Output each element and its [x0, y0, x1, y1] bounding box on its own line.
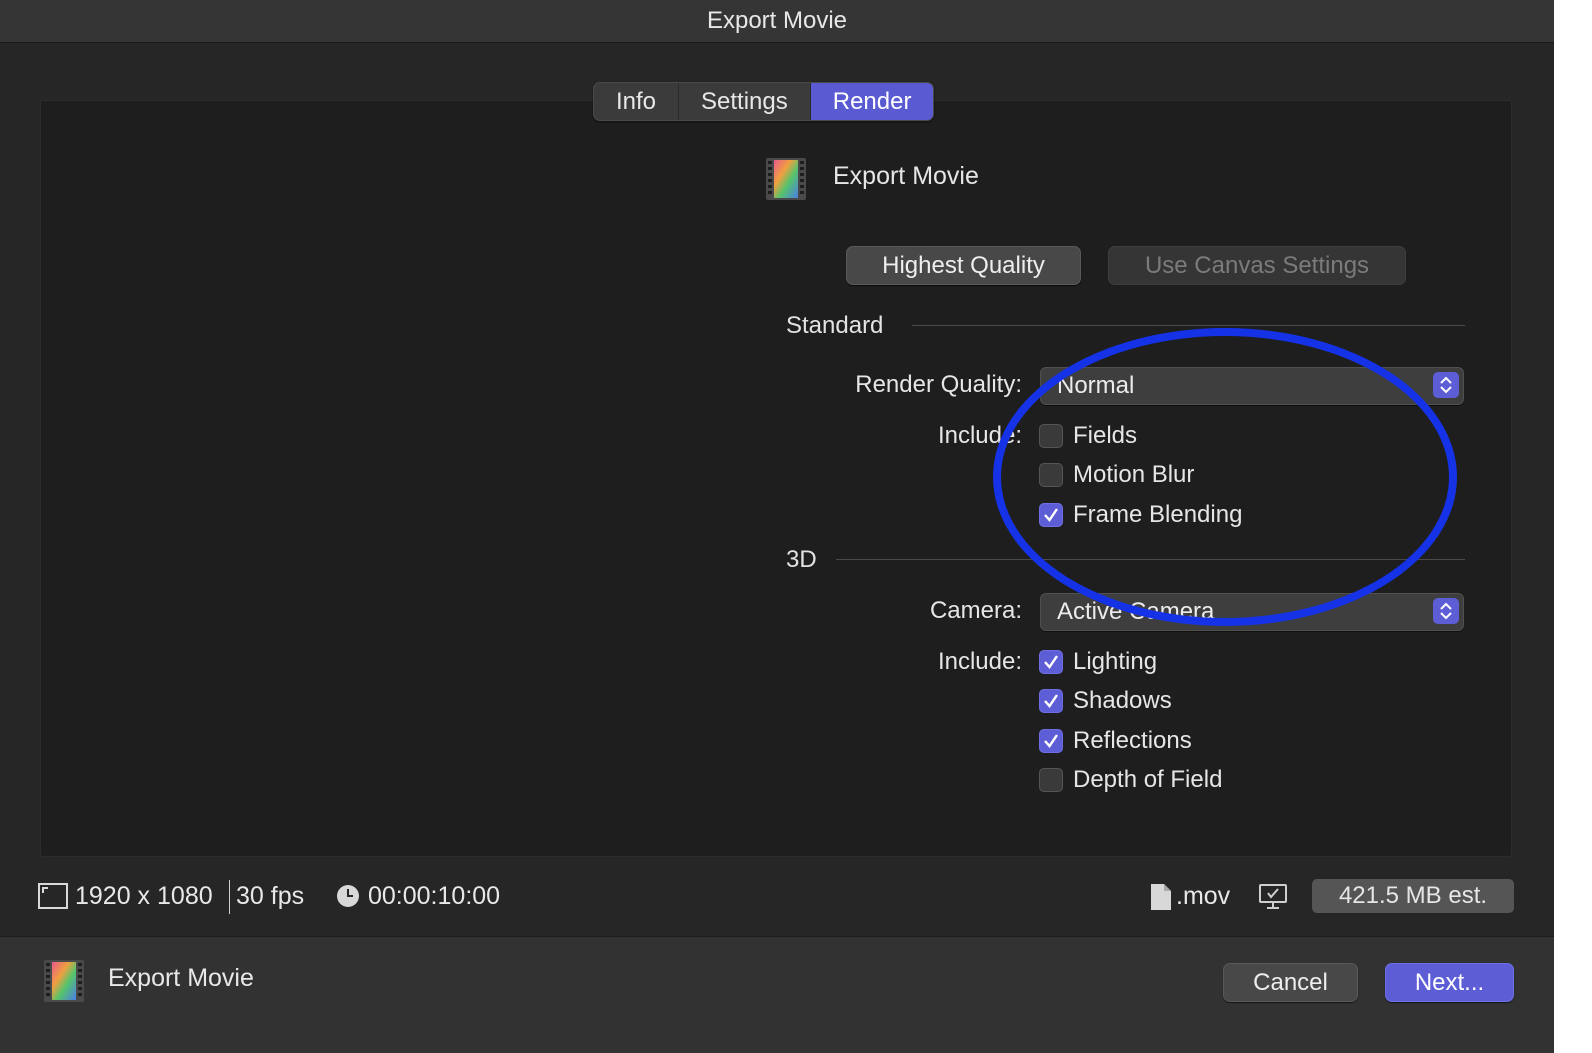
- bottom-title: Export Movie: [108, 964, 254, 992]
- camera-label: Camera:: [929, 597, 1022, 624]
- checkmark-icon: [1039, 689, 1063, 713]
- checkmark-icon: [1039, 729, 1063, 753]
- depth-of-field-checkbox[interactable]: Depth of Field: [1039, 765, 1222, 795]
- 3d-include-label: Include:: [937, 648, 1022, 675]
- export-movie-window: Export Movie Info Settings Render Export…: [0, 0, 1554, 1053]
- shadows-label: Shadows: [1073, 687, 1172, 714]
- highest-quality-button[interactable]: Highest Quality: [846, 246, 1081, 285]
- checkmark-icon: [1039, 503, 1063, 527]
- frame-blending-label: Frame Blending: [1073, 501, 1243, 528]
- resolution-text: 1920 x 1080: [75, 882, 213, 910]
- window-title: Export Movie: [706, 7, 848, 34]
- tab-render[interactable]: Render: [810, 83, 934, 120]
- display-check-icon[interactable]: [1258, 883, 1288, 916]
- motion-blur-label: Motion Blur: [1073, 461, 1195, 488]
- tab-settings[interactable]: Settings: [679, 83, 811, 120]
- chevron-up-down-icon: [1433, 372, 1459, 398]
- next-button[interactable]: Next...: [1385, 963, 1514, 1002]
- frame-size-icon: [38, 883, 68, 914]
- standard-section-title: Standard: [786, 312, 884, 339]
- tab-info[interactable]: Info: [594, 83, 680, 120]
- reflections-checkbox[interactable]: Reflections: [1039, 726, 1192, 756]
- depth-of-field-label: Depth of Field: [1073, 766, 1223, 793]
- duration-text: 00:00:10:00: [368, 882, 501, 910]
- fields-label: Fields: [1073, 422, 1138, 449]
- film-strip-icon: [766, 158, 806, 200]
- checkbox-box: [1039, 424, 1063, 448]
- render-quality-value: Normal: [1057, 372, 1135, 399]
- info-divider: [229, 880, 230, 914]
- standard-include-label: Include:: [937, 422, 1022, 449]
- title-bar[interactable]: Export Movie: [0, 0, 1554, 43]
- size-estimate-badge: 421.5 MB est.: [1312, 879, 1514, 913]
- tab-bar: Info Settings Render: [593, 82, 935, 121]
- format-text: .mov: [1176, 882, 1231, 910]
- lighting-checkbox[interactable]: Lighting: [1039, 647, 1157, 677]
- cancel-button[interactable]: Cancel: [1223, 963, 1358, 1002]
- render-panel: [40, 100, 1512, 857]
- camera-select[interactable]: Active Camera: [1040, 593, 1464, 631]
- render-quality-select[interactable]: Normal: [1040, 367, 1464, 405]
- motion-blur-checkbox[interactable]: Motion Blur: [1039, 460, 1194, 490]
- use-canvas-settings-button[interactable]: Use Canvas Settings: [1108, 246, 1406, 285]
- fields-checkbox[interactable]: Fields: [1039, 421, 1137, 451]
- checkmark-icon: [1039, 650, 1063, 674]
- film-strip-icon: [44, 960, 84, 1002]
- checkbox-box: [1039, 463, 1063, 487]
- standard-divider: [912, 325, 1465, 326]
- desktop-background: [1554, 0, 1592, 1052]
- clock-icon: [336, 884, 360, 913]
- frame-blending-checkbox[interactable]: Frame Blending: [1039, 500, 1242, 530]
- 3d-divider: [836, 559, 1465, 560]
- document-icon: [1150, 883, 1172, 916]
- 3d-section-title: 3D: [786, 546, 817, 573]
- fps-text: 30 fps: [236, 882, 305, 910]
- camera-value: Active Camera: [1057, 598, 1215, 625]
- lighting-label: Lighting: [1073, 648, 1158, 675]
- render-quality-label: Render Quality:: [855, 371, 1022, 398]
- checkbox-box: [1039, 768, 1063, 792]
- chevron-up-down-icon: [1433, 598, 1459, 624]
- preset-name: Export Movie: [833, 162, 979, 190]
- shadows-checkbox[interactable]: Shadows: [1039, 686, 1172, 716]
- reflections-label: Reflections: [1073, 727, 1192, 754]
